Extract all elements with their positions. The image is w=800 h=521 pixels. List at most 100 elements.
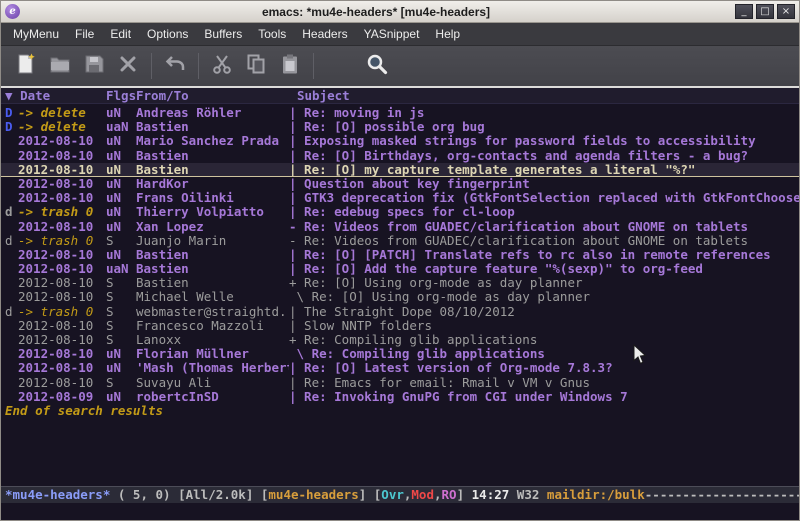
row-mark-char (5, 390, 18, 404)
undo-button[interactable] (158, 50, 192, 82)
row-mark-char (5, 149, 18, 163)
modeline-segment: ] [ (359, 487, 382, 502)
row-from: Lanoxx (136, 333, 289, 347)
row-from: Bastien (136, 248, 289, 262)
close-icon (116, 52, 140, 80)
message-row[interactable]: 2012-08-09uNrobertcInSD| Re: Invoking Gn… (1, 390, 799, 404)
open-folder-button[interactable] (43, 50, 77, 82)
window-buttons: _□× (732, 4, 795, 19)
row-subject: | Question about key fingerprint (289, 177, 799, 191)
message-row[interactable]: 2012-08-10uN'Mash (Thomas Herbert)| Re: … (1, 361, 799, 375)
row-mark-char (5, 276, 18, 290)
message-row[interactable]: 2012-08-10SLanoxx+ Re: Compiling glib ap… (1, 333, 799, 347)
row-flags: S (106, 305, 136, 319)
menu-bar: MyMenuFileEditOptionsBuffersToolsHeaders… (1, 23, 799, 46)
headers-column-header: ▼ Date Flgs From/To Subject (1, 88, 799, 104)
menu-help[interactable]: Help (427, 24, 468, 44)
row-flags: uN (106, 134, 136, 148)
menu-headers[interactable]: Headers (294, 24, 355, 44)
message-row[interactable]: 2012-08-10uNMario Sanchez Prada| Exposin… (1, 134, 799, 148)
row-flags: uaN (106, 120, 136, 134)
row-date: -> delete (18, 120, 106, 134)
message-row[interactable]: 2012-08-10uNFrans Oilinki| GTK3 deprecat… (1, 191, 799, 205)
row-mark-char (5, 163, 18, 176)
modeline-segment: maildir:/bulk (547, 487, 645, 502)
row-from: Florian Müllner (136, 347, 289, 361)
emacs-app-icon: e (5, 4, 20, 19)
row-mark-char: D (5, 120, 18, 134)
message-row[interactable]: 2012-08-10uNBastien| Re: [O] Birthdays, … (1, 149, 799, 163)
row-date: 2012-08-10 (18, 248, 106, 262)
row-from: Thierry Volpiatto (136, 205, 289, 219)
row-flags: S (106, 234, 136, 248)
row-subject: | Re: Emacs for email: Rmail v VM v Gnus (289, 376, 799, 390)
row-subject: | Re: [O] Birthdays, org-contacts and ag… (289, 149, 799, 163)
toolbar-separator (151, 53, 152, 79)
minimize-button[interactable]: _ (735, 4, 753, 19)
message-row[interactable]: 2012-08-10SFrancesco Mazzoli| Slow NNTP … (1, 319, 799, 333)
message-row[interactable]: 2012-08-10SSuvayu Ali| Re: Emacs for ema… (1, 376, 799, 390)
menu-buffers[interactable]: Buffers (196, 24, 250, 44)
menu-edit[interactable]: Edit (102, 24, 139, 44)
search-button[interactable] (360, 50, 394, 82)
row-subject: | Re: [O] my capture template generates … (289, 163, 799, 176)
row-subject: \ Re: Compiling glib applications (289, 347, 799, 361)
menu-mymenu[interactable]: MyMenu (5, 24, 67, 44)
row-mark-char (5, 262, 18, 276)
copy-button[interactable] (239, 50, 273, 82)
cut-button[interactable] (205, 50, 239, 82)
echo-area[interactable] (1, 503, 799, 520)
row-flags: uN (106, 248, 136, 262)
row-date: -> trash 0 (18, 205, 106, 219)
message-row[interactable]: D-> deleteuaNBastien| Re: [O] possible o… (1, 120, 799, 134)
close-button[interactable] (111, 50, 145, 82)
menu-file[interactable]: File (67, 24, 102, 44)
row-flags: uN (106, 347, 136, 361)
menu-tools[interactable]: Tools (250, 24, 294, 44)
message-row[interactable]: 2012-08-10uNBastien| Re: [O] my capture … (1, 163, 799, 177)
row-date: 2012-08-10 (18, 191, 106, 205)
row-subject: | Exposing masked strings for password f… (289, 134, 799, 148)
row-from: Bastien (136, 163, 289, 176)
row-flags: S (106, 333, 136, 347)
row-date: -> delete (18, 106, 106, 120)
modeline-segment: *mu4e-headers* (5, 487, 110, 502)
row-date: 2012-08-10 (18, 333, 106, 347)
message-row[interactable]: 2012-08-10SBastien+ Re: [O] Using org-mo… (1, 276, 799, 290)
maximize-button[interactable]: □ (756, 4, 774, 19)
row-flags: uN (106, 220, 136, 234)
new-file-button[interactable] (9, 50, 43, 82)
message-row[interactable]: 2012-08-10uNHardKor| Question about key … (1, 177, 799, 191)
row-from: Juanjo Marin (136, 234, 289, 248)
message-row[interactable]: d-> trash 0uNThierry Volpiatto| Re: edeb… (1, 205, 799, 219)
modeline-segment: 14:27 (472, 487, 510, 502)
message-row[interactable]: 2012-08-10uaNBastien| Re: [O] Add the ca… (1, 262, 799, 276)
save-button[interactable] (77, 50, 111, 82)
row-flags: S (106, 290, 136, 304)
row-from: Mario Sanchez Prada (136, 134, 289, 148)
message-row[interactable]: 2012-08-10SMichael Welle \ Re: [O] Using… (1, 290, 799, 304)
title-bar[interactable]: e emacs: *mu4e-headers* [mu4e-headers] _… (1, 1, 799, 23)
row-flags: S (106, 376, 136, 390)
sort-descending-icon[interactable]: ▼ (5, 88, 20, 103)
menu-yasnippet[interactable]: YASnippet (356, 24, 428, 44)
row-date: 2012-08-10 (18, 347, 106, 361)
message-row[interactable]: d-> trash 0SJuanjo Marin- Re: Videos fro… (1, 234, 799, 248)
row-date: 2012-08-09 (18, 390, 106, 404)
row-date: -> trash 0 (18, 234, 106, 248)
column-flags: Flgs (106, 88, 136, 103)
row-subject: | GTK3 deprecation fix (GtkFontSelection… (289, 191, 799, 205)
message-row[interactable]: d-> trash 0Swebmaster@straightd...| The … (1, 305, 799, 319)
row-mark-char (5, 376, 18, 390)
menu-options[interactable]: Options (139, 24, 196, 44)
row-mark-char (5, 177, 18, 191)
row-date: 2012-08-10 (18, 361, 106, 375)
message-row[interactable]: D-> deleteuNAndreas Röhler| Re: moving i… (1, 106, 799, 120)
row-flags: uN (106, 361, 136, 375)
row-from: Frans Oilinki (136, 191, 289, 205)
message-row[interactable]: 2012-08-10uNFlorian Müllner \ Re: Compil… (1, 347, 799, 361)
message-row[interactable]: 2012-08-10uNXan Lopez- Re: Videos from G… (1, 220, 799, 234)
message-row[interactable]: 2012-08-10uNBastien| Re: [O] [PATCH] Tra… (1, 248, 799, 262)
paste-button[interactable] (273, 50, 307, 82)
close-button[interactable]: × (777, 4, 795, 19)
